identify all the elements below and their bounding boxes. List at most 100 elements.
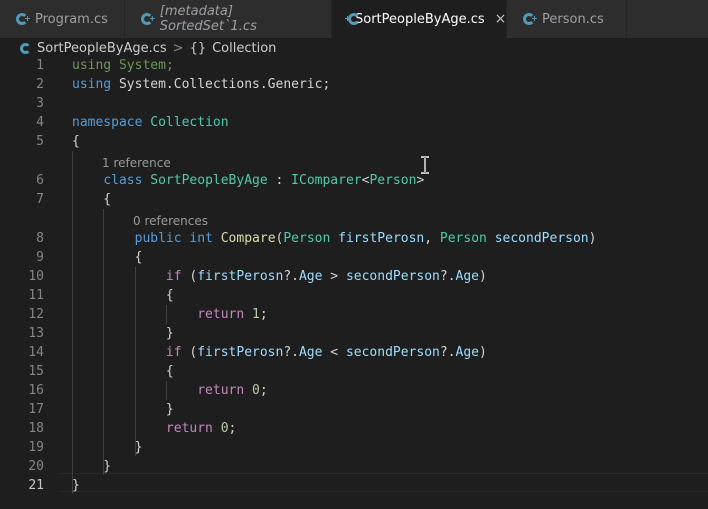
code-token: using xyxy=(72,77,112,92)
line-number: 14 xyxy=(28,345,44,360)
code-line[interactable]: 11 { xyxy=(0,286,708,305)
code-token: ?. xyxy=(439,269,456,284)
code-token: using xyxy=(72,58,112,73)
code-token: return xyxy=(165,421,213,436)
code-line[interactable]: 3 xyxy=(0,94,708,113)
code-token: ?. xyxy=(439,345,456,360)
code-line[interactable]: 12 return 1; xyxy=(0,305,708,324)
codelens-method-references[interactable]: 0 references xyxy=(133,213,208,229)
line-number: 21 xyxy=(28,478,44,493)
code-token: IComparer xyxy=(291,173,362,188)
code-text: { xyxy=(72,190,111,209)
line-number: 2 xyxy=(36,77,44,92)
breadcrumb-file[interactable]: SortPeopleByAge.cs xyxy=(37,41,167,56)
code-token: } xyxy=(72,402,174,417)
line-number: 16 xyxy=(28,383,44,398)
breadcrumb-symbol[interactable]: Collection xyxy=(212,41,276,56)
code-token: , xyxy=(424,231,440,246)
code-token: ) xyxy=(479,345,487,360)
code-token: secondPerson xyxy=(345,345,440,360)
code-text: { xyxy=(72,132,80,151)
code-line[interactable]: 5{ xyxy=(0,132,708,151)
code-token: } xyxy=(72,478,80,493)
code-token: { xyxy=(72,364,174,379)
code-line[interactable]: 4 namespace Collection xyxy=(0,113,708,132)
code-text: } xyxy=(72,324,174,343)
code-token: Collection xyxy=(150,115,229,130)
code-text: return 0; xyxy=(72,381,267,400)
code-line[interactable]: 19 } xyxy=(0,438,708,457)
code-token: secondPerson xyxy=(345,269,440,284)
code-text: } xyxy=(72,457,111,476)
indent-guide xyxy=(103,209,104,475)
code-token: ?. xyxy=(283,345,299,360)
code-token: } xyxy=(72,326,174,341)
code-line[interactable]: 14 if (firstPerosn?.Age < secondPerson?.… xyxy=(0,343,708,362)
code-token: if xyxy=(165,269,182,284)
code-token: ; xyxy=(165,58,174,73)
chevron-right-icon: > xyxy=(172,40,184,56)
code-line[interactable]: 20 } xyxy=(0,457,708,476)
code-line[interactable]: 1 using System; xyxy=(0,56,708,75)
code-token: System xyxy=(118,58,166,73)
code-text: namespace Collection xyxy=(72,113,229,132)
line-number: 3 xyxy=(36,96,44,111)
code-token: { xyxy=(72,134,80,149)
code-line[interactable]: 7 { xyxy=(0,190,708,209)
code-token: firstPerosn xyxy=(197,345,284,360)
code-token: System.Collections.Generic; xyxy=(111,77,331,92)
code-editor[interactable]: 1 reference 0 references 1 using System; 2… xyxy=(0,58,708,509)
code-token: Person xyxy=(439,231,487,246)
code-line[interactable]: 9 { xyxy=(0,248,708,267)
code-token: ( xyxy=(181,269,198,284)
code-token: namespace xyxy=(72,115,143,130)
line-number: 8 xyxy=(36,231,44,246)
tab-program-cs[interactable]: Program.cs xyxy=(0,0,125,38)
code-line[interactable]: 6 class SortPeopleByAge : IComparer<Pers… xyxy=(0,171,708,190)
tab-person-cs[interactable]: Person.cs xyxy=(507,0,627,38)
code-line[interactable]: 15 { xyxy=(0,362,708,381)
tab-label: Program.cs xyxy=(35,11,108,27)
code-token: { xyxy=(72,288,174,303)
code-token: Age xyxy=(298,345,323,360)
code-line[interactable]: 17 } xyxy=(0,400,708,419)
line-number: 19 xyxy=(28,440,44,455)
line-number: 10 xyxy=(28,269,44,284)
code-token: secondPerson xyxy=(494,231,589,246)
line-number: 18 xyxy=(28,421,44,436)
code-line[interactable]: 16 return 0; xyxy=(0,381,708,400)
code-line[interactable]: 10 if (firstPerosn?.Age > secondPerson?.… xyxy=(0,267,708,286)
line-number: 11 xyxy=(28,288,44,303)
line-number: 15 xyxy=(28,364,44,379)
csharp-file-icon xyxy=(20,42,31,54)
code-token: return xyxy=(197,307,245,322)
code-text: return 1; xyxy=(72,305,268,324)
indent-guide xyxy=(166,305,167,324)
code-token: 0 xyxy=(252,383,260,398)
code-text: } xyxy=(72,400,174,419)
code-line[interactable]: 8 public int Compare(Person firstPerosn,… xyxy=(0,229,708,248)
code-token: 0 xyxy=(220,421,229,436)
line-number: 6 xyxy=(36,173,44,188)
code-line[interactable]: 18 return 0; xyxy=(0,419,708,438)
code-token: int xyxy=(189,231,213,246)
code-line[interactable]: 21} xyxy=(0,476,708,495)
code-token: ?. xyxy=(283,269,299,284)
code-text: } xyxy=(72,476,80,495)
code-token: ; xyxy=(259,307,268,322)
tab-sortpeoplebyage-cs[interactable]: SortPeopleByAge.cs × xyxy=(332,0,507,38)
close-icon[interactable]: × xyxy=(495,11,507,27)
codelens-class-references[interactable]: 1 reference xyxy=(102,155,171,171)
code-token: > xyxy=(416,173,425,188)
line-number: 7 xyxy=(36,192,44,207)
code-line[interactable]: 13 } xyxy=(0,324,708,343)
tab-metadata-sortedset[interactable]: [metadata] SortedSet`1.cs xyxy=(125,0,332,38)
code-line[interactable]: 2 using System.Collections.Generic; xyxy=(0,75,708,94)
line-number: 1 xyxy=(36,58,44,73)
